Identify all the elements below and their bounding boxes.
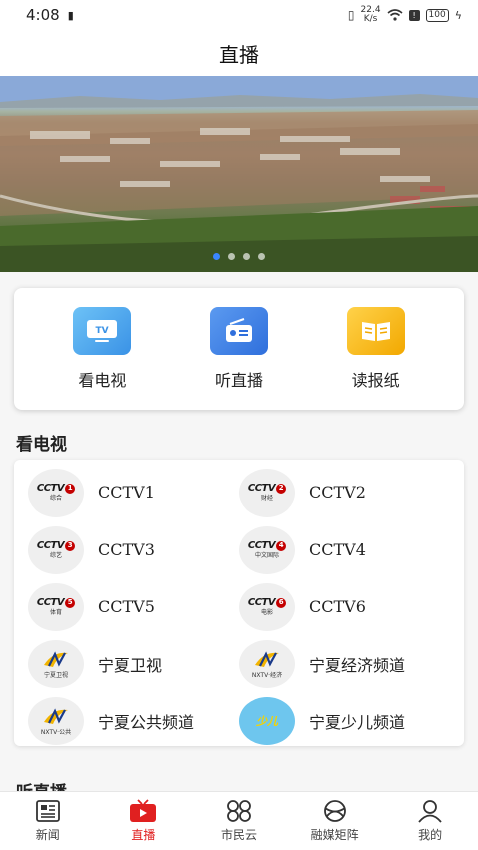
channel-name: CCTV2 — [309, 483, 366, 502]
page-header: 直播 — [0, 30, 478, 76]
cctv-number: 2 — [276, 483, 287, 494]
vibrate-icon: ▯ — [347, 8, 355, 22]
profile-icon — [418, 800, 442, 823]
bottom-nav: 新闻 直播 市民云 融媒矩阵 我的 — [0, 791, 478, 850]
kids-logo-text: 少儿 — [256, 714, 278, 728]
carousel-dot[interactable] — [243, 253, 250, 260]
channel-name: CCTV4 — [309, 540, 366, 559]
cctv-sublabel: 财经 — [260, 494, 273, 502]
nav-label: 直播 — [131, 828, 156, 842]
banner-carousel[interactable] — [0, 76, 478, 272]
newspaper-icon — [346, 307, 405, 355]
news-icon — [35, 800, 60, 822]
nav-label: 市民云 — [220, 828, 257, 842]
cctv-sublabel: 综合 — [49, 494, 62, 502]
nav-profile[interactable]: 我的 — [385, 799, 475, 843]
quick-action-label: 听直播 — [214, 371, 263, 390]
cctv-sublabel: 综艺 — [49, 551, 62, 559]
channel-item-cctv2[interactable]: CCTV 2 财经 CCTV2 — [239, 464, 450, 521]
banner-image — [0, 76, 478, 272]
channel-item-ningxia-satellite[interactable]: 宁夏卫视 宁夏卫视 — [28, 635, 239, 692]
carousel-dots — [0, 253, 478, 260]
tv-icon: TV — [73, 307, 132, 355]
carousel-dot[interactable] — [213, 253, 220, 260]
nav-live[interactable]: 直播 — [98, 799, 188, 843]
live-tv-icon — [130, 799, 157, 822]
channel-name: CCTV3 — [98, 540, 155, 559]
ningxia-sublabel: NXTV·公共 — [40, 728, 72, 736]
channel-name: CCTV6 — [309, 597, 366, 616]
quick-actions-card: TV 看电视 听直播 读报纸 — [14, 288, 464, 410]
svg-text:TV: TV — [96, 326, 109, 336]
nav-label: 我的 — [418, 828, 443, 842]
status-time: 4:08 — [26, 6, 60, 24]
ningxia-tv-logo: NXTV·经济 — [239, 639, 295, 688]
ningxia-tv-logo: NXTV·公共 — [28, 696, 84, 745]
cctv-number: 1 — [65, 483, 76, 494]
nav-media-matrix[interactable]: 融媒矩阵 — [290, 799, 380, 843]
nav-label: 新闻 — [35, 828, 60, 842]
channel-name: 宁夏少儿频道 — [309, 712, 406, 732]
ningxia-tv-logo: 宁夏卫视 — [28, 639, 84, 688]
nav-citizen-cloud[interactable]: 市民云 — [194, 799, 284, 843]
notification-icon: ▮ — [67, 8, 74, 22]
cctv-logo: CCTV 2 财经 — [239, 468, 295, 517]
status-bar: 4:08 ▮ ▯ 22.4 K/s ! 100 ϟ — [0, 0, 478, 30]
quick-action-read-newspaper[interactable]: 读报纸 — [321, 307, 431, 391]
cctv-sublabel: 体育 — [49, 608, 62, 616]
channel-name: 宁夏卫视 — [98, 655, 163, 675]
cctv-number: 3 — [65, 540, 76, 551]
status-right: ▯ 22.4 K/s ! 100 ϟ — [348, 6, 462, 24]
cctv-logo: CCTV 5 体育 — [28, 582, 84, 631]
cctv-sublabel: 电影 — [260, 608, 273, 616]
nav-news[interactable]: 新闻 — [3, 799, 93, 843]
quick-action-label: 看电视 — [78, 371, 127, 390]
quick-action-watch-tv[interactable]: TV 看电视 — [47, 307, 157, 391]
channel-item-cctv5[interactable]: CCTV 5 体育 CCTV5 — [28, 578, 239, 635]
ningxia-sublabel: NXTV·经济 — [251, 671, 283, 679]
channel-item-cctv3[interactable]: CCTV 3 综艺 CCTV3 — [28, 521, 239, 578]
cctv-sublabel: 中文国际 — [254, 551, 279, 559]
quick-action-label: 读报纸 — [351, 371, 400, 390]
cloud-grid-icon — [227, 800, 251, 822]
cctv-logo: CCTV 3 综艺 — [28, 525, 84, 574]
channel-item-ningxia-kids[interactable]: 少儿 宁夏少儿频道 — [239, 692, 450, 749]
quick-action-listen-live[interactable]: 听直播 — [184, 307, 294, 391]
nav-label: 融媒矩阵 — [310, 828, 359, 842]
channel-name: CCTV1 — [98, 483, 155, 502]
battery-level: 100 — [428, 10, 446, 20]
carousel-dot[interactable] — [258, 253, 265, 260]
channel-item-ningxia-public[interactable]: NXTV·公共 宁夏公共频道 — [28, 692, 239, 749]
channel-name: 宁夏经济频道 — [309, 655, 406, 675]
channel-item-cctv4[interactable]: CCTV 4 中文国际 CCTV4 — [239, 521, 450, 578]
cctv-logo: CCTV 6 电影 — [239, 582, 295, 631]
cctv-number: 5 — [65, 597, 76, 608]
cctv-number: 4 — [276, 540, 287, 551]
channel-item-ningxia-economic[interactable]: NXTV·经济 宁夏经济频道 — [239, 635, 450, 692]
tv-channel-list: CCTV 1 综合 CCTV1 CCTV 2 财经 CCTV2 CCTV 3 综艺 — [14, 460, 464, 746]
cctv-logo: CCTV 1 综合 — [28, 468, 84, 517]
wifi-icon — [387, 9, 403, 21]
tv-section-title: 看电视 — [16, 435, 67, 455]
radio-icon — [209, 307, 268, 355]
ningxia-sublabel: 宁夏卫视 — [43, 671, 68, 679]
channel-name: CCTV5 — [98, 597, 155, 616]
alert-icon: ! — [408, 9, 420, 21]
channel-item-cctv6[interactable]: CCTV 6 电影 CCTV6 — [239, 578, 450, 635]
media-matrix-icon — [323, 800, 346, 822]
carousel-dot[interactable] — [228, 253, 235, 260]
cctv-number: 6 — [276, 597, 287, 608]
speed-unit: K/s — [363, 14, 378, 24]
battery-indicator: 100 — [425, 8, 449, 22]
channel-item-cctv1[interactable]: CCTV 1 综合 CCTV1 — [28, 464, 239, 521]
ningxia-kids-logo: 少儿 — [239, 696, 295, 745]
cctv-logo: CCTV 4 中文国际 — [239, 525, 295, 574]
network-speed: 22.4 K/s — [361, 6, 381, 24]
channel-name: 宁夏公共频道 — [98, 712, 195, 732]
status-left: 4:08 ▮ — [26, 6, 74, 24]
charging-icon: ϟ — [454, 8, 462, 22]
page-title: 直播 — [219, 42, 259, 67]
